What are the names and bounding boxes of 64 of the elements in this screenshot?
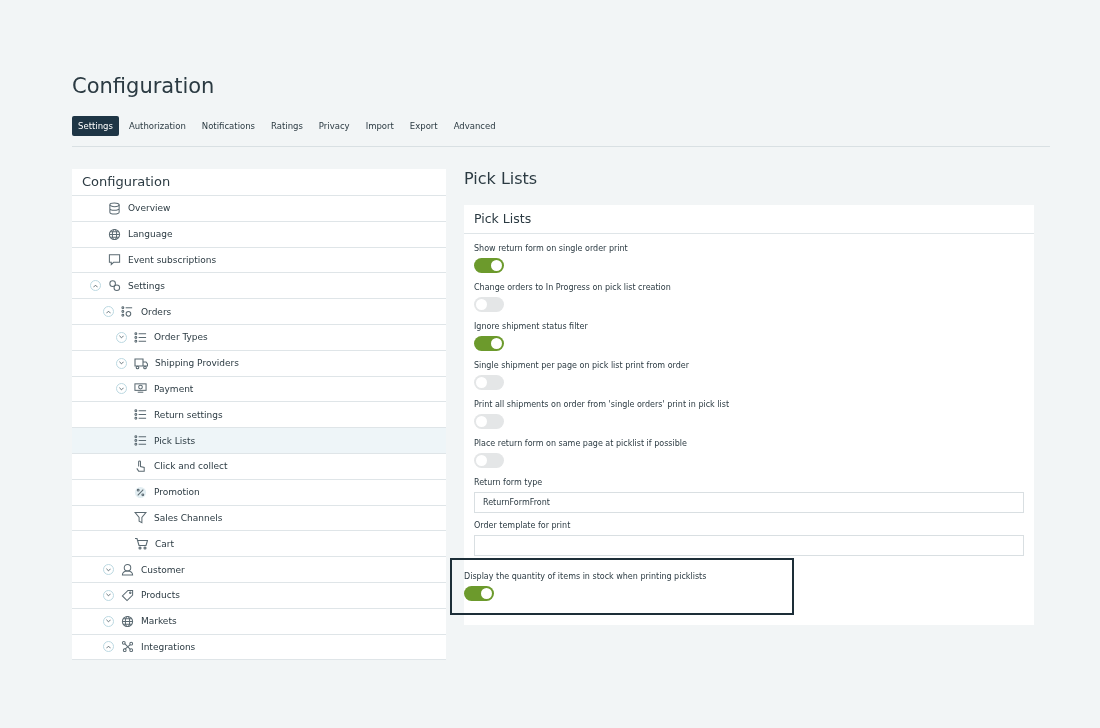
tree-item[interactable]: Order Types (72, 325, 446, 351)
tab[interactable]: Import (359, 116, 400, 136)
card-title: Pick Lists (464, 205, 1034, 234)
field-label: Ignore shipment status filter (474, 322, 589, 331)
text-field[interactable]: ReturnFormFront (474, 492, 1024, 513)
field-label: Place return form on same page at picklist if possible (474, 439, 688, 448)
person-icon (121, 563, 134, 577)
tree-item[interactable]: Pick Lists (72, 428, 446, 454)
tree-item[interactable]: Cart (72, 531, 446, 558)
percent-icon (134, 485, 147, 499)
tree-item[interactable]: Sales Channels (72, 505, 446, 532)
section-title: Pick Lists (464, 169, 539, 188)
funnel-icon (134, 511, 147, 525)
tree-item[interactable]: Products (72, 582, 446, 609)
tab[interactable]: Ratings (265, 116, 309, 136)
tree-item[interactable]: Promotion (72, 479, 446, 506)
tree-item[interactable]: Shipping Providers (72, 350, 446, 377)
page-title: Configuration (72, 74, 216, 98)
gears-icon (108, 279, 121, 293)
truck-icon (134, 356, 148, 370)
text-field[interactable] (474, 535, 1024, 556)
tab[interactable]: Settings (72, 116, 119, 136)
network-icon (121, 640, 134, 654)
tree-item[interactable]: Customer (72, 557, 446, 583)
field-label: Show return form on single order print (474, 244, 629, 253)
toggle-switch[interactable] (474, 453, 504, 468)
field-label: Single shipment per page on pick list print from order (474, 361, 690, 370)
field-label: Print all shipments on order from 'single orders' print in pick list (474, 400, 731, 409)
list-icon (134, 330, 147, 344)
toggle-switch[interactable] (474, 258, 504, 273)
field-label: Order template for print (474, 521, 572, 530)
cart-icon (134, 537, 148, 551)
list-gear-icon (121, 305, 134, 319)
banknote-icon (134, 382, 147, 396)
list-icon (134, 434, 147, 448)
tree-item[interactable]: Markets (72, 608, 446, 635)
tab[interactable]: Export (403, 116, 444, 136)
tab[interactable]: Authorization (122, 116, 192, 136)
toggle-switch[interactable] (464, 586, 494, 601)
tree-item[interactable]: Orders (72, 299, 446, 325)
tab[interactable]: Privacy (312, 116, 356, 136)
database-icon (108, 201, 121, 215)
tag-icon (121, 588, 134, 602)
field-label: Change orders to In Progress on pick list creation (474, 283, 672, 292)
field-label: Return form type (474, 478, 544, 487)
tab[interactable]: Notifications (195, 116, 261, 136)
tree-item[interactable]: Settings (72, 273, 446, 300)
globe-icon (121, 614, 134, 628)
tree-item[interactable]: Event subscriptions (72, 247, 446, 274)
toggle-switch[interactable] (474, 375, 504, 390)
globe-icon (108, 227, 121, 241)
sidebar-title: Configuration (72, 169, 446, 196)
toggle-switch[interactable] (474, 414, 504, 429)
toggle-switch[interactable] (474, 297, 504, 312)
tree-item[interactable]: Click and collect (72, 453, 446, 480)
tree-item[interactable]: Overview (72, 196, 446, 222)
tree-item[interactable]: Integrations (72, 634, 446, 661)
tab[interactable]: Advanced (447, 116, 502, 136)
tree-item[interactable]: Payment (72, 376, 446, 403)
speech-bubble-icon (108, 253, 121, 267)
field-label: Display the quantity of items in stock when printing picklists (464, 572, 708, 581)
tree-item[interactable]: Language (72, 221, 446, 248)
toggle-switch[interactable] (474, 336, 504, 351)
list-icon (134, 408, 147, 422)
